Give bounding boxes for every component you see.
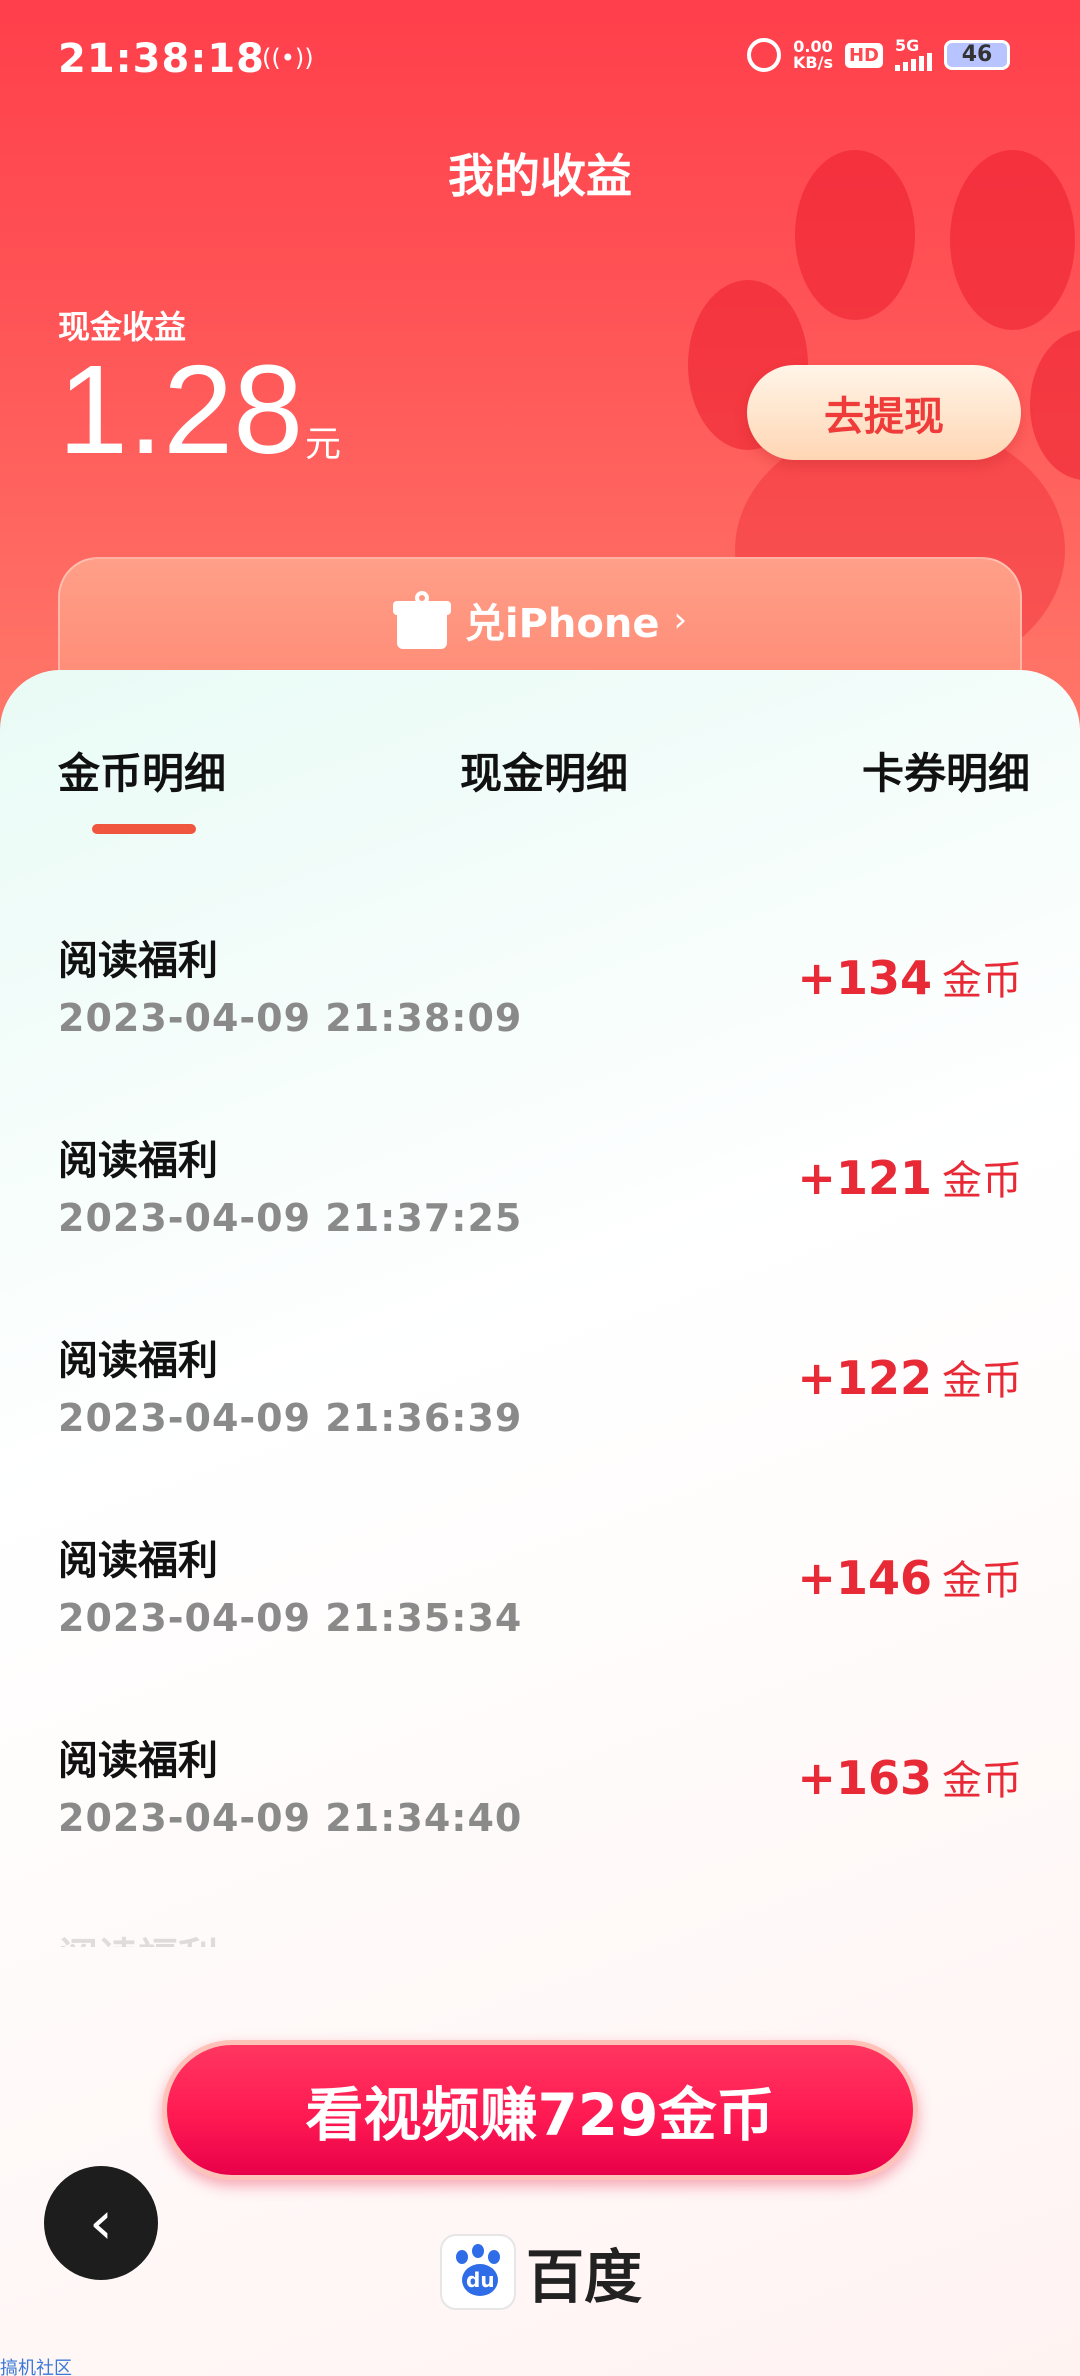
network-type: 5G (895, 36, 920, 55)
list-item: 阅读福利 2023-04-09 21:35:34 +146 金币 (0, 1528, 1080, 1728)
record-title: 阅读福利 (58, 1338, 218, 1384)
withdraw-button[interactable]: 去提现 (747, 365, 1021, 460)
tab-cash-details[interactable]: 现金明细 (460, 740, 628, 801)
brand-footer: du 百度 (440, 2230, 642, 2314)
status-time: 21:38:18 (58, 36, 265, 82)
list-item: 阅读福利 2023-04-09 21:37:25 +121 金币 (0, 1128, 1080, 1328)
record-time: 2023-04-09 21:35:34 (58, 1596, 523, 1640)
record-amount: +121 金币 (797, 1148, 1022, 1206)
paw-decoration (1030, 330, 1080, 480)
record-time: 2023-04-09 21:38:09 (58, 996, 523, 1040)
redeem-iphone-content: 兑iPhone › (60, 591, 1020, 649)
record-time: 2023-04-09 21:37:25 (58, 1196, 523, 1240)
watch-video-earn-button[interactable]: 看视频赚729金币 (162, 2040, 918, 2180)
redeem-iphone-label: 兑iPhone (464, 601, 660, 647)
amount-value: +163 (797, 1751, 932, 1805)
record-title: 阅读福利 (58, 1138, 218, 1184)
hotspot-icon: ((•)) (262, 44, 314, 72)
cash-value: 1.28 (58, 339, 304, 480)
amount-unit: 金币 (942, 1158, 1022, 1204)
status-bar: 21:38:18 ((•)) 0.00 KB/s HD 5G 46 (0, 0, 1080, 120)
tab-coupon-details[interactable]: 卡券明细 (862, 740, 1030, 801)
page-title: 我的收益 (448, 149, 632, 203)
amount-value: +122 (797, 1351, 932, 1405)
record-title: 阅读福利 (58, 1538, 218, 1584)
list-item: 阅读福利 2023-04-09 21:36:39 +122 金币 (0, 1328, 1080, 1528)
amount-unit: 金币 (942, 1358, 1022, 1404)
net-speed-unit: KB/s (793, 53, 833, 72)
list-item: 阅读福利 2023-04-09 21:34:40 +163 金币 (0, 1728, 1080, 1928)
amount-unit: 金币 (942, 1758, 1022, 1804)
amount-value: +146 (797, 1551, 932, 1605)
tab-coin-details[interactable]: 金币明细 (58, 740, 226, 801)
watermark: 搞机社区 (0, 2358, 72, 2376)
record-amount: +134 金币 (797, 948, 1022, 1006)
back-button[interactable]: ‹ (44, 2166, 158, 2280)
amount-unit: 金币 (942, 958, 1022, 1004)
record-title: 阅读福利 (58, 938, 218, 984)
battery-icon: 46 (944, 40, 1010, 70)
baidu-logo-icon: du (440, 2234, 516, 2310)
net-speed: 0.00 KB/s (793, 39, 833, 71)
amount-unit: 金币 (942, 1558, 1022, 1604)
record-amount: +163 金币 (797, 1748, 1022, 1806)
record-amount: +122 金币 (797, 1348, 1022, 1406)
cash-unit: 元 (305, 424, 342, 465)
brand-name: 百度 (526, 2243, 643, 2311)
signal-icon (895, 53, 932, 71)
record-amount: +146 金币 (797, 1548, 1022, 1606)
amount-value: +134 (797, 951, 932, 1005)
partial-list-item: 阅读福利 (58, 1925, 218, 1947)
chevron-right-icon: › (673, 600, 688, 640)
hd-badge: HD (844, 42, 883, 68)
chevron-left-icon: ‹ (89, 2188, 113, 2258)
status-icons: 0.00 KB/s HD 5G 46 (747, 38, 1010, 72)
record-time: 2023-04-09 21:34:40 (58, 1796, 523, 1840)
tab-active-indicator (92, 824, 196, 834)
amount-value: +121 (797, 1151, 932, 1205)
record-title: 阅读福利 (58, 1738, 218, 1784)
alarm-icon (747, 38, 782, 72)
signal-group: 5G (895, 36, 932, 71)
list-item: 阅读福利 2023-04-09 21:38:09 +134 金币 (0, 928, 1080, 1128)
gift-icon (392, 591, 451, 649)
baidu-logo-text: du (466, 2268, 495, 2292)
record-time: 2023-04-09 21:36:39 (58, 1396, 523, 1440)
